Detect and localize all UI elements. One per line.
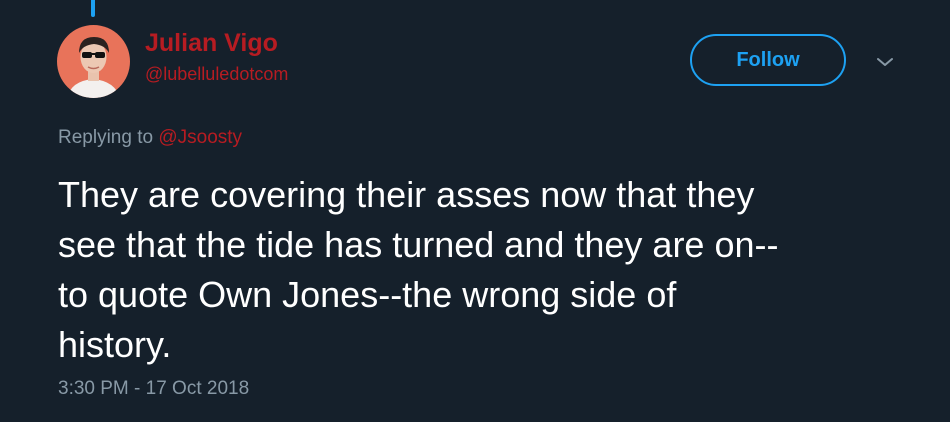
tweet-timestamp[interactable]: 3:30 PM - 17 Oct 2018 xyxy=(58,378,249,400)
replying-to-link[interactable]: @Jsoosty xyxy=(158,127,242,148)
tweet-text-line: see that the tide has turned and they ar… xyxy=(58,224,779,265)
avatar[interactable] xyxy=(57,25,130,98)
thread-connector-line xyxy=(91,0,95,17)
tweet-text-line: history. xyxy=(58,324,172,365)
author-username[interactable]: @lubelluledotcom xyxy=(145,64,288,85)
follow-button[interactable]: Follow xyxy=(690,34,846,86)
replying-to-label: Replying to xyxy=(58,127,159,148)
tweet-text-line: They are covering their asses now that t… xyxy=(58,174,755,215)
tweet-text: They are covering their asses now that t… xyxy=(58,170,918,370)
chevron-down-icon xyxy=(877,58,893,66)
tweet-text-line: to quote Own Jones--the wrong side of xyxy=(58,274,677,315)
profile-photo-icon xyxy=(57,25,130,98)
replying-to-line: Replying to @Jsoosty xyxy=(58,127,242,149)
author-display-name[interactable]: Julian Vigo xyxy=(145,29,278,58)
tweet-menu-button[interactable] xyxy=(875,52,895,72)
